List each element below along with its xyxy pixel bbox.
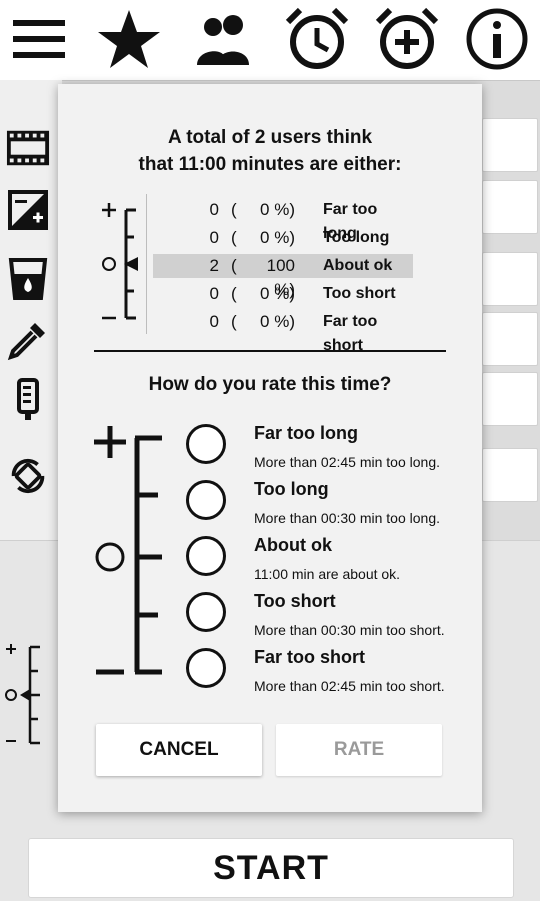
cancel-button[interactable]: CANCEL <box>96 724 262 776</box>
stat-label: Too long <box>323 229 390 246</box>
background-field[interactable] <box>482 448 538 502</box>
stat-count: 2 <box>209 256 219 275</box>
dialog-title-line1: A total of 2 users think <box>167 127 373 148</box>
stat-count: 0 <box>209 312 219 331</box>
stat-row-too-long: 0 ( 0 %) Too long <box>153 226 413 250</box>
mini-scale-icon <box>5 644 40 745</box>
option-title: About ok <box>254 535 332 555</box>
users-icon[interactable] <box>190 4 260 74</box>
pipette-icon[interactable] <box>6 318 50 362</box>
stat-paren: ( <box>231 228 237 247</box>
glass-drop-icon[interactable] <box>6 256 50 300</box>
rating-radio-too-short[interactable] <box>186 592 226 632</box>
stat-count: 0 <box>209 284 219 303</box>
add-alarm-icon[interactable] <box>372 4 442 74</box>
rotate-icon[interactable] <box>6 454 50 498</box>
stat-percent: 0 %) <box>260 312 295 331</box>
start-button[interactable]: START <box>28 838 514 898</box>
stat-row-too-short: 0 ( 0 %) Too short <box>153 282 413 306</box>
star-icon[interactable] <box>94 4 164 74</box>
background-field[interactable] <box>482 180 538 234</box>
option-description: More than 02:45 min too short. <box>254 678 445 694</box>
rating-dialog: A total of 2 users think that 11:00 minu… <box>58 84 482 812</box>
scale-separator <box>146 194 147 334</box>
stat-count: 0 <box>209 228 219 247</box>
background-field[interactable] <box>482 252 538 306</box>
option-title: Far too short <box>254 647 365 667</box>
rating-question: How do you rate this time? <box>148 374 392 395</box>
option-description: More than 00:30 min too short. <box>254 622 445 638</box>
rating-radio-too-long[interactable] <box>186 480 226 520</box>
rating-radio-far-too-short[interactable] <box>186 648 226 688</box>
option-description: 11:00 min are about ok. <box>254 566 401 582</box>
dialog-title-line2: that 11:00 minutes are either: <box>138 154 402 175</box>
rating-radio-about-ok[interactable] <box>186 536 226 576</box>
option-description: More than 00:30 min too long. <box>254 510 441 526</box>
stat-label: Too short <box>323 285 396 302</box>
rating-radio-far-too-long[interactable] <box>186 424 226 464</box>
alarm-clock-icon[interactable] <box>282 4 352 74</box>
option-description: More than 02:45 min too long. <box>254 454 441 470</box>
stat-paren: ( <box>231 200 237 219</box>
option-title: Far too long <box>254 423 358 443</box>
rate-button[interactable]: RATE <box>276 724 442 776</box>
option-title: Too short <box>254 591 336 611</box>
menu-icon[interactable] <box>4 4 74 74</box>
background-field[interactable] <box>482 372 538 426</box>
stat-paren: ( <box>231 284 237 303</box>
stat-row-far-too-long: 0 ( 0 %) Far too long <box>153 198 413 242</box>
stat-percent: 0 %) <box>260 228 295 247</box>
stat-paren: ( <box>231 312 237 331</box>
option-title: Too long <box>254 479 329 499</box>
info-icon[interactable] <box>462 4 532 74</box>
stat-label: About ok <box>323 257 393 274</box>
stat-paren: ( <box>231 256 237 275</box>
dialog-title: A total of 2 users think that 11:00 minu… <box>58 124 482 178</box>
background-field[interactable] <box>482 312 538 366</box>
stat-percent: 0 %) <box>260 200 295 219</box>
film-strip-icon[interactable] <box>6 126 50 170</box>
top-toolbar <box>0 0 540 81</box>
stat-row-far-too-short: 0 ( 0 %) Far too short <box>153 310 413 354</box>
stat-percent: 0 %) <box>260 284 295 303</box>
stat-row-about-ok: 2 ( 100 %) About ok <box>153 254 413 299</box>
thermometer-icon[interactable] <box>6 378 50 422</box>
result-scale-icon <box>102 203 138 320</box>
background-field[interactable] <box>482 118 538 172</box>
stat-count: 0 <box>209 200 219 219</box>
dialog-divider <box>94 350 446 352</box>
rating-scale-icon <box>94 426 162 675</box>
left-tool-panel <box>0 80 62 540</box>
exposure-icon[interactable] <box>6 188 50 232</box>
